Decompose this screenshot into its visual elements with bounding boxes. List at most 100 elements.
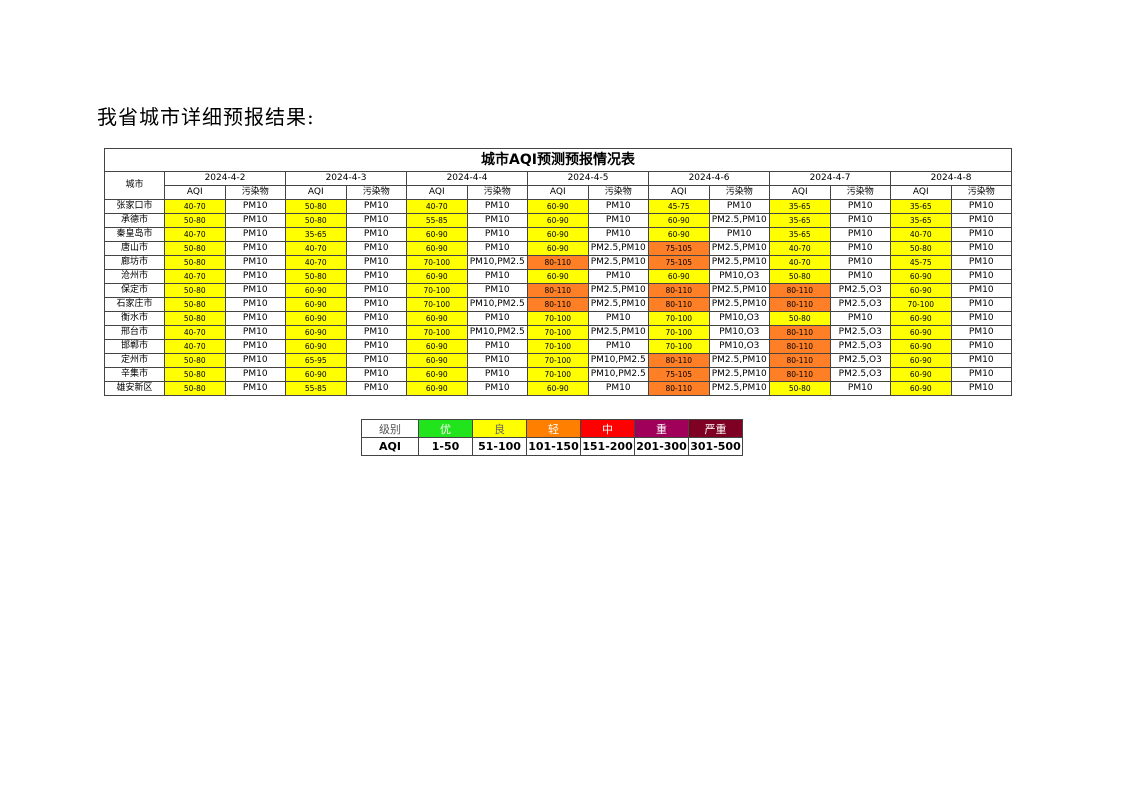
city-name: 邢台市 xyxy=(104,325,165,340)
pollutant-cell: PM10 xyxy=(708,199,770,214)
aqi-subheader: AQI xyxy=(406,185,468,200)
city-name: 唐山市 xyxy=(104,241,165,256)
pollutant-subheader: 污染物 xyxy=(345,185,407,200)
aqi-range-cell: 80-110 xyxy=(648,381,710,396)
pollutant-cell: PM10 xyxy=(829,227,891,242)
aqi-level-legend: 级别优良轻中重严重 AQI 1-50 51-100 101-150 151-200 201… xyxy=(361,419,743,456)
aqi-range-cell: 70-100 xyxy=(648,339,710,354)
legend-level-range: 101-150 xyxy=(526,437,581,456)
pollutant-cell: PM10 xyxy=(466,339,528,354)
aqi-range-cell: 50-80 xyxy=(769,311,831,326)
table-row: 石家庄市 50-80 PM10 60-90 PM10 70-100 PM10,PM2.5 80… xyxy=(104,297,1012,312)
pollutant-cell: PM10 xyxy=(466,311,528,326)
pollutant-cell: PM10 xyxy=(224,255,286,270)
aqi-range-cell: 80-110 xyxy=(769,325,831,340)
aqi-range-cell: 60-90 xyxy=(648,227,710,242)
pollutant-cell: PM10 xyxy=(224,381,286,396)
legend-level-name: 中 xyxy=(580,419,635,438)
pollutant-cell: PM10,PM2.5 xyxy=(466,297,528,312)
aqi-range-cell: 50-80 xyxy=(164,297,226,312)
aqi-range-cell: 50-80 xyxy=(164,381,226,396)
aqi-range-cell: 40-70 xyxy=(164,269,226,284)
pollutant-cell: PM10 xyxy=(466,213,528,228)
aqi-range-cell: 50-80 xyxy=(164,255,226,270)
pollutant-cell: PM10 xyxy=(950,353,1012,368)
city-name: 石家庄市 xyxy=(104,297,165,312)
aqi-range-cell: 75-105 xyxy=(648,255,710,270)
aqi-range-cell: 80-110 xyxy=(527,297,589,312)
pollutant-subheader: 污染物 xyxy=(466,185,528,200)
pollutant-cell: PM10 xyxy=(708,227,770,242)
date-header: 2024-4-6 xyxy=(648,171,770,186)
pollutant-cell: PM2.5,PM10 xyxy=(587,283,649,298)
pollutant-cell: PM2.5,PM10 xyxy=(708,283,770,298)
pollutant-cell: PM10 xyxy=(345,311,407,326)
pollutant-cell: PM10,PM2.5 xyxy=(587,353,649,368)
pollutant-cell: PM10 xyxy=(466,199,528,214)
pollutant-cell: PM10 xyxy=(345,367,407,382)
pollutant-cell: PM10 xyxy=(829,269,891,284)
aqi-range-cell: 60-90 xyxy=(285,311,347,326)
pollutant-cell: PM10,O3 xyxy=(708,339,770,354)
pollutant-cell: PM10 xyxy=(950,213,1012,228)
pollutant-cell: PM10 xyxy=(466,283,528,298)
aqi-range-cell: 60-90 xyxy=(406,269,468,284)
aqi-range-cell: 60-90 xyxy=(890,311,952,326)
pollutant-cell: PM10 xyxy=(587,199,649,214)
aqi-range-cell: 60-90 xyxy=(527,213,589,228)
aqi-range-cell: 50-80 xyxy=(164,353,226,368)
pollutant-cell: PM10 xyxy=(345,339,407,354)
pollutant-cell: PM2.5,O3 xyxy=(829,325,891,340)
aqi-range-cell: 60-90 xyxy=(285,297,347,312)
pollutant-cell: PM2.5,PM10 xyxy=(708,353,770,368)
pollutant-cell: PM10 xyxy=(345,353,407,368)
legend-level-name: 优 xyxy=(418,419,473,438)
aqi-range-cell: 80-110 xyxy=(648,353,710,368)
aqi-range-cell: 40-70 xyxy=(890,227,952,242)
aqi-range-cell: 40-70 xyxy=(769,241,831,256)
pollutant-cell: PM10 xyxy=(587,227,649,242)
pollutant-cell: PM10 xyxy=(466,269,528,284)
legend-level-name: 重 xyxy=(634,419,689,438)
pollutant-cell: PM10 xyxy=(950,325,1012,340)
aqi-range-cell: 50-80 xyxy=(164,367,226,382)
legend-level-name: 轻 xyxy=(526,419,581,438)
pollutant-cell: PM10 xyxy=(345,381,407,396)
legend-level-label: 级别 xyxy=(361,419,419,438)
aqi-range-cell: 60-90 xyxy=(890,353,952,368)
aqi-range-cell: 80-110 xyxy=(769,367,831,382)
pollutant-cell: PM10 xyxy=(950,297,1012,312)
city-name: 承德市 xyxy=(104,213,165,228)
pollutant-cell: PM10 xyxy=(345,297,407,312)
aqi-range-cell: 50-80 xyxy=(164,283,226,298)
pollutant-cell: PM10 xyxy=(829,213,891,228)
city-name: 定州市 xyxy=(104,353,165,368)
legend-level-range: 1-50 xyxy=(418,437,473,456)
pollutant-cell: PM10 xyxy=(950,255,1012,270)
table-row: 廊坊市 50-80 PM10 40-70 PM10 70-100 PM10,PM2.5 80-… xyxy=(104,255,1012,270)
aqi-range-cell: 60-90 xyxy=(406,241,468,256)
aqi-range-cell: 60-90 xyxy=(648,213,710,228)
pollutant-cell: PM10,PM2.5 xyxy=(466,255,528,270)
aqi-range-cell: 60-90 xyxy=(285,283,347,298)
pollutant-cell: PM10 xyxy=(829,199,891,214)
aqi-range-cell: 50-80 xyxy=(285,269,347,284)
pollutant-cell: PM10 xyxy=(829,255,891,270)
aqi-range-cell: 50-80 xyxy=(890,241,952,256)
pollutant-cell: PM10 xyxy=(224,227,286,242)
aqi-range-cell: 70-100 xyxy=(527,367,589,382)
aqi-range-cell: 60-90 xyxy=(406,311,468,326)
aqi-range-cell: 80-110 xyxy=(527,255,589,270)
legend-level-range: 51-100 xyxy=(472,437,527,456)
city-name: 秦皇岛市 xyxy=(104,227,165,242)
pollutant-cell: PM10 xyxy=(224,367,286,382)
aqi-range-cell: 75-105 xyxy=(648,367,710,382)
pollutant-cell: PM10 xyxy=(345,227,407,242)
aqi-subheader: AQI xyxy=(769,185,831,200)
aqi-range-cell: 40-70 xyxy=(164,325,226,340)
aqi-range-cell: 45-75 xyxy=(648,199,710,214)
aqi-subheader: AQI xyxy=(164,185,226,200)
aqi-range-cell: 70-100 xyxy=(406,255,468,270)
aqi-range-cell: 40-70 xyxy=(406,199,468,214)
pollutant-cell: PM10 xyxy=(345,241,407,256)
